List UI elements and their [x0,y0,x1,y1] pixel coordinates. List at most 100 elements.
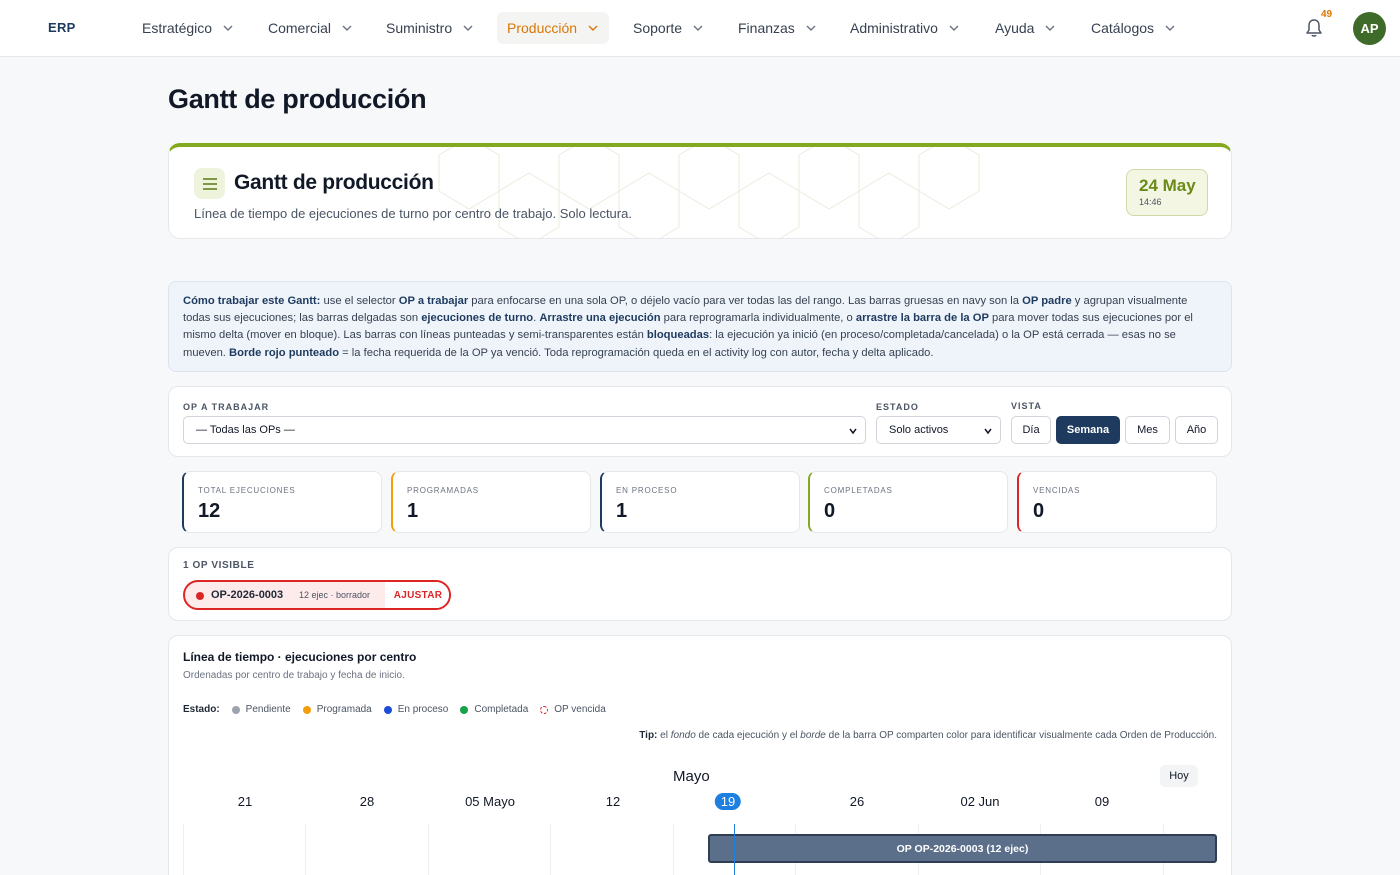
current-time: 14:46 [1139,197,1162,207]
op-parent-bar[interactable]: OP OP-2026-0003 (12 ejec) [708,834,1217,863]
notification-count-badge: 49 [1321,9,1333,20]
nav-item-finanzas[interactable]: Finanzas [728,12,827,44]
grid-line [550,824,551,875]
estado-select-value: Solo activos [889,424,949,436]
estado-select[interactable]: Solo activos [876,416,1001,444]
hero-subtitle: Línea de tiempo de ejecuciones de turno … [194,206,632,221]
filters-panel: OP A TRABAJAR — Todas las OPs — ESTADO S… [168,386,1232,457]
current-date-badge: 24 May 14:46 [1126,169,1208,216]
menu-icon [194,168,225,199]
tip-text: de la barra OP comparten color para iden… [825,730,1217,741]
date-tick: 09 [1094,794,1110,809]
legend-swatch [302,705,311,714]
chevron-down-icon [806,25,816,31]
nav-item-label: Administrativo [850,20,938,36]
legend-swatch [231,705,240,714]
view-year-button[interactable]: Año [1175,416,1218,444]
help-text-strong: OP a trabajar [398,295,469,307]
adjust-button[interactable]: AJUSTAR [385,582,449,608]
stat-value: 12 [198,500,221,522]
nav-item-administrativo[interactable]: Administrativo [840,12,970,44]
help-text: use el selector [320,295,399,307]
nav-item-soporte[interactable]: Soporte [623,12,714,44]
today-button[interactable]: Hoy [1160,765,1198,787]
timeline-subtitle: Ordenadas por centro de trabajo y fecha … [183,670,405,681]
user-avatar[interactable]: AP [1353,12,1386,45]
grid-line [428,824,429,875]
nav-item-estrategico[interactable]: Estratégico [132,12,244,44]
chevron-down-icon [1045,25,1055,31]
help-instructions: Cómo trabajar este Gantt: use el selecto… [168,281,1232,372]
legend-item-label: Pendiente [245,704,291,715]
view-week-button[interactable]: Semana [1056,416,1120,444]
stat-label: VENCIDAS [1033,486,1081,495]
legend-swatch [383,705,392,714]
date-tick: 12 [605,794,621,809]
bell-icon[interactable] [1303,17,1325,39]
nav-item-label: Finanzas [738,20,795,36]
stat-value: 1 [616,500,628,522]
date-tick: 05 Mayo [465,794,515,809]
stat-label: TOTAL EJECUCIONES [198,486,296,495]
legend-item-programada: Programada [302,704,372,715]
stat-label: EN PROCESO [616,486,678,495]
help-text-strong: arrastre la barra de la OP [855,312,989,325]
stat-value: 1 [407,500,419,522]
op-chip[interactable]: OP-2026-0003 12 ejec · borrador AJUSTAR [183,580,451,610]
nav-item-catalogos[interactable]: Catálogos [1081,12,1186,44]
grid-line [673,824,674,875]
stat-card-vencidas: VENCIDAS 0 [1017,471,1217,533]
timeline-card: Línea de tiempo · ejecuciones por centro… [168,635,1232,875]
legend-item-label: En proceso [397,704,449,715]
visible-ops-header: 1 OP VISIBLE [183,560,255,571]
stat-label: PROGRAMADAS [407,486,479,495]
legend-swatch [460,705,469,714]
op-select-label: OP A TRABAJAR [183,402,270,412]
help-text-strong: Borde rojo punteado [229,346,340,359]
date-tick: 28 [359,794,375,809]
help-text: = la fecha requerida de la OP ya venció.… [339,346,934,359]
tip-text-em: fondo [670,730,696,741]
stat-card-en-proceso: EN PROCESO 1 [600,471,800,533]
op-chip-code: OP-2026-0003 [211,589,284,601]
nav-item-suministro[interactable]: Suministro [376,12,484,44]
date-tick: 02 Jun [960,794,1000,809]
stat-card-total: TOTAL EJECUCIONES 12 [182,471,382,533]
nav-item-label: Ayuda [995,20,1035,36]
help-text-strong: ejecuciones de turno [421,312,534,325]
legend-item-label: OP vencida [554,704,606,715]
grid-line [305,824,306,875]
tip-label: Tip: [639,730,658,741]
nav-item-label: Suministro [386,20,453,36]
hero-title: Gantt de producción [234,171,434,194]
op-select[interactable]: — Todas las OPs — [183,416,866,444]
nav-item-label: Catálogos [1091,20,1155,36]
brand-logo[interactable]: ERP [48,20,76,35]
legend-swatch [540,705,549,714]
stat-card-programadas: PROGRAMADAS 1 [391,471,591,533]
visible-ops-card: 1 OP VISIBLE OP-2026-0003 12 ejec · borr… [168,547,1232,621]
date-tick: 26 [849,794,865,809]
timeline-title: Línea de tiempo · ejecuciones por centro [183,650,417,664]
chevron-down-icon [1165,25,1175,31]
nav-item-produccion[interactable]: Producción [497,12,610,44]
tip-text-em: borde [800,730,826,741]
status-legend: Estado: Pendiente Programada En proceso … [183,704,618,715]
timeline-month: Mayo [673,768,710,785]
hero-card: Gantt de producción Línea de tiempo de e… [168,143,1232,239]
view-month-button[interactable]: Mes [1125,416,1170,444]
help-text: para reprogramarla individualmente, o [660,312,856,325]
nav-item-ayuda[interactable]: Ayuda [985,12,1066,44]
legend-item-label: Programada [316,704,372,715]
date-tick: 21 [237,794,253,809]
current-date: 24 May [1139,176,1196,195]
nav-item-label: Producción [507,20,578,36]
tip-text: el [657,730,671,741]
view-day-button[interactable]: Día [1011,416,1051,444]
date-tick-current: 19 [714,793,742,810]
chevron-down-icon [223,25,233,31]
nav-item-comercial[interactable]: Comercial [258,12,363,44]
help-text: para enfocarse en una sola OP, o déjelo … [468,295,1023,307]
stat-value: 0 [824,500,836,522]
vista-label: VISTA [1011,401,1042,411]
